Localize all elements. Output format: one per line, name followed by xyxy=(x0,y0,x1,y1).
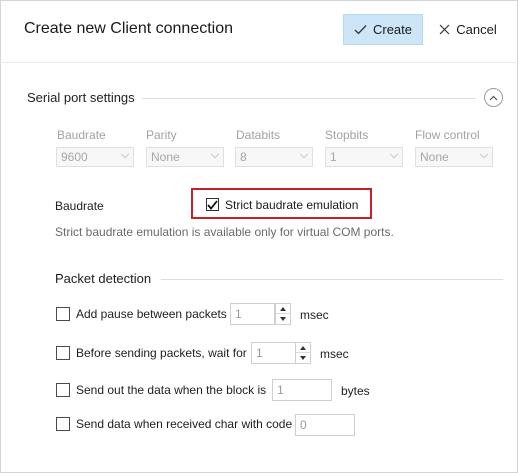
databits-param-label: Databits xyxy=(236,128,281,142)
create-button[interactable]: Create xyxy=(343,14,423,45)
baudrate-select[interactable]: 9600 xyxy=(56,147,134,167)
add-pause-label: Add pause between packets xyxy=(76,307,227,321)
add-pause-checkbox[interactable] xyxy=(56,307,70,321)
databits-select-value: 8 xyxy=(240,150,247,164)
pause-input[interactable]: 1 xyxy=(230,303,275,325)
wait-before-send-checkbox[interactable] xyxy=(56,346,70,360)
arrow-down-icon xyxy=(280,317,286,321)
close-icon xyxy=(439,24,450,35)
chevron-down-icon xyxy=(479,149,489,159)
stopbits-select[interactable]: 1 xyxy=(325,147,403,167)
char-code-label: Send data when received char with code xyxy=(76,417,293,431)
strict-baudrate-label: Strict baudrate emulation xyxy=(225,198,359,212)
flow-control-select[interactable]: None xyxy=(415,147,493,167)
header-divider xyxy=(0,62,518,63)
wait-input-value: 1 xyxy=(256,346,263,360)
block-size-unit: bytes xyxy=(341,384,370,398)
stopbits-select-value: 1 xyxy=(330,150,337,164)
chevron-up-icon xyxy=(489,95,498,100)
cancel-button-label: Cancel xyxy=(456,22,497,37)
block-size-input-value: 1 xyxy=(277,383,284,397)
increment-button[interactable] xyxy=(296,343,310,353)
arrow-down-icon xyxy=(300,356,306,360)
checkmark-icon xyxy=(354,25,367,35)
wait-before-send-label: Before sending packets, wait for xyxy=(76,346,247,360)
serial-section-divider xyxy=(142,98,476,99)
flow-control-select-value: None xyxy=(420,150,449,164)
decrement-button[interactable] xyxy=(296,353,310,363)
packet-section-divider xyxy=(161,279,503,280)
baudrate-select-value: 9600 xyxy=(61,150,88,164)
wait-input[interactable]: 1 xyxy=(251,342,296,364)
stopbits-param-label: Stopbits xyxy=(325,128,369,142)
char-code-input-value: 0 xyxy=(300,418,307,432)
parity-select[interactable]: None xyxy=(146,147,224,167)
baudrate-label: Baudrate xyxy=(55,199,104,213)
arrow-up-icon xyxy=(300,345,306,350)
strict-baudrate-checkbox[interactable] xyxy=(206,198,219,211)
char-code-checkbox[interactable] xyxy=(56,417,70,431)
block-size-checkbox[interactable] xyxy=(56,383,70,397)
create-button-label: Create xyxy=(372,22,413,37)
databits-select[interactable]: 8 xyxy=(235,147,313,167)
collapse-section-button[interactable] xyxy=(484,88,503,107)
arrow-up-icon xyxy=(280,306,286,311)
wait-stepper[interactable] xyxy=(295,342,311,364)
chevron-down-icon xyxy=(389,149,399,159)
checkmark-icon xyxy=(207,199,218,210)
dialog-title: Create new Client connection xyxy=(24,20,234,37)
packet-section-title: Packet detection xyxy=(55,271,152,286)
decrement-button[interactable] xyxy=(276,314,290,324)
parity-param-label: Parity xyxy=(146,128,177,142)
serial-section-title: Serial port settings xyxy=(27,90,135,105)
parity-select-value: None xyxy=(151,150,180,164)
flow-control-param-label: Flow control xyxy=(415,128,480,142)
chevron-down-icon xyxy=(299,149,309,159)
chevron-down-icon xyxy=(210,149,220,159)
block-size-label: Send out the data when the block is xyxy=(76,383,267,397)
dialog-header: Create new Client connection Create Canc… xyxy=(0,0,518,62)
block-size-input[interactable]: 1 xyxy=(272,379,332,401)
pause-input-value: 1 xyxy=(235,307,242,321)
wait-unit: msec xyxy=(320,347,349,361)
baudrate-param-label: Baudrate xyxy=(57,128,106,142)
strict-baudrate-note: Strict baudrate emulation is available o… xyxy=(55,225,394,239)
increment-button[interactable] xyxy=(276,304,290,314)
pause-unit: msec xyxy=(300,308,329,322)
pause-stepper[interactable] xyxy=(275,303,291,325)
cancel-button[interactable]: Cancel xyxy=(432,14,504,45)
char-code-input[interactable]: 0 xyxy=(295,414,355,436)
chevron-down-icon xyxy=(120,149,130,159)
